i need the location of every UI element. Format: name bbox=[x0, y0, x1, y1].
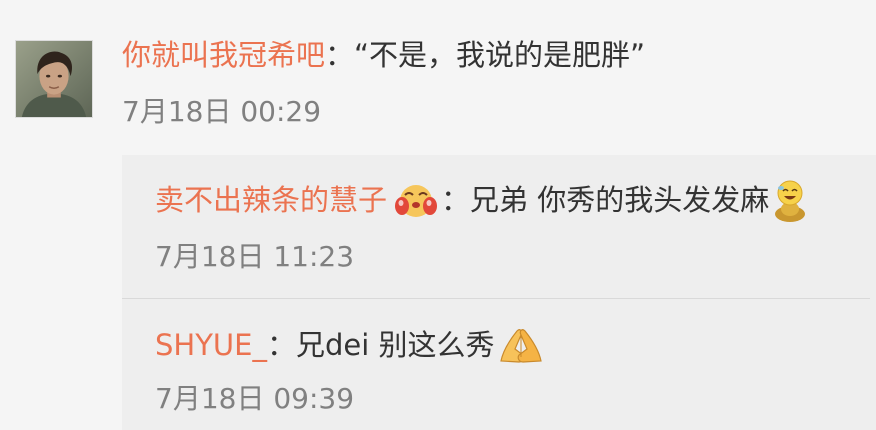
reply-text: ：兄弟 你秀的我头发发麻 bbox=[441, 183, 770, 217]
reply-username[interactable]: SHYUE_ bbox=[155, 326, 267, 364]
comment-text: ：“不是，我说的是肥胖” bbox=[325, 38, 646, 72]
yellow-face-figure-icon bbox=[773, 178, 807, 222]
comment-thread: 你就叫我冠希吧 ：“不是，我说的是肥胖” 7月18日 00:29 卖不出辣条的慧… bbox=[0, 0, 876, 430]
reply-timestamp: 7月18日 11:23 bbox=[155, 240, 355, 273]
reply-text: ：兄dei 别这么秀 bbox=[266, 328, 495, 362]
avatar-photo-icon bbox=[16, 41, 92, 117]
praying-hands-icon bbox=[497, 325, 545, 365]
reply-timestamp: 7月18日 09:39 bbox=[155, 382, 355, 415]
avatar[interactable] bbox=[15, 40, 93, 118]
blushing-hug-face-icon bbox=[395, 180, 438, 220]
reply-line: SHYUE_ ：兄dei 别这么秀 bbox=[155, 326, 545, 364]
reply-divider bbox=[122, 298, 870, 299]
replies-panel: 卖不出辣条的慧子 ：兄弟 你秀的我头发发麻 7月18日 11:23 SHYUE_… bbox=[122, 155, 876, 430]
comment-line: 你就叫我冠希吧 ：“不是，我说的是肥胖” bbox=[122, 36, 645, 74]
comment-timestamp: 7月18日 00:29 bbox=[122, 95, 322, 128]
reply-username[interactable]: 卖不出辣条的慧子 bbox=[155, 181, 387, 219]
comment-username[interactable]: 你就叫我冠希吧 bbox=[122, 36, 325, 74]
reply-line: 卖不出辣条的慧子 ：兄弟 你秀的我头发发麻 bbox=[155, 178, 807, 222]
